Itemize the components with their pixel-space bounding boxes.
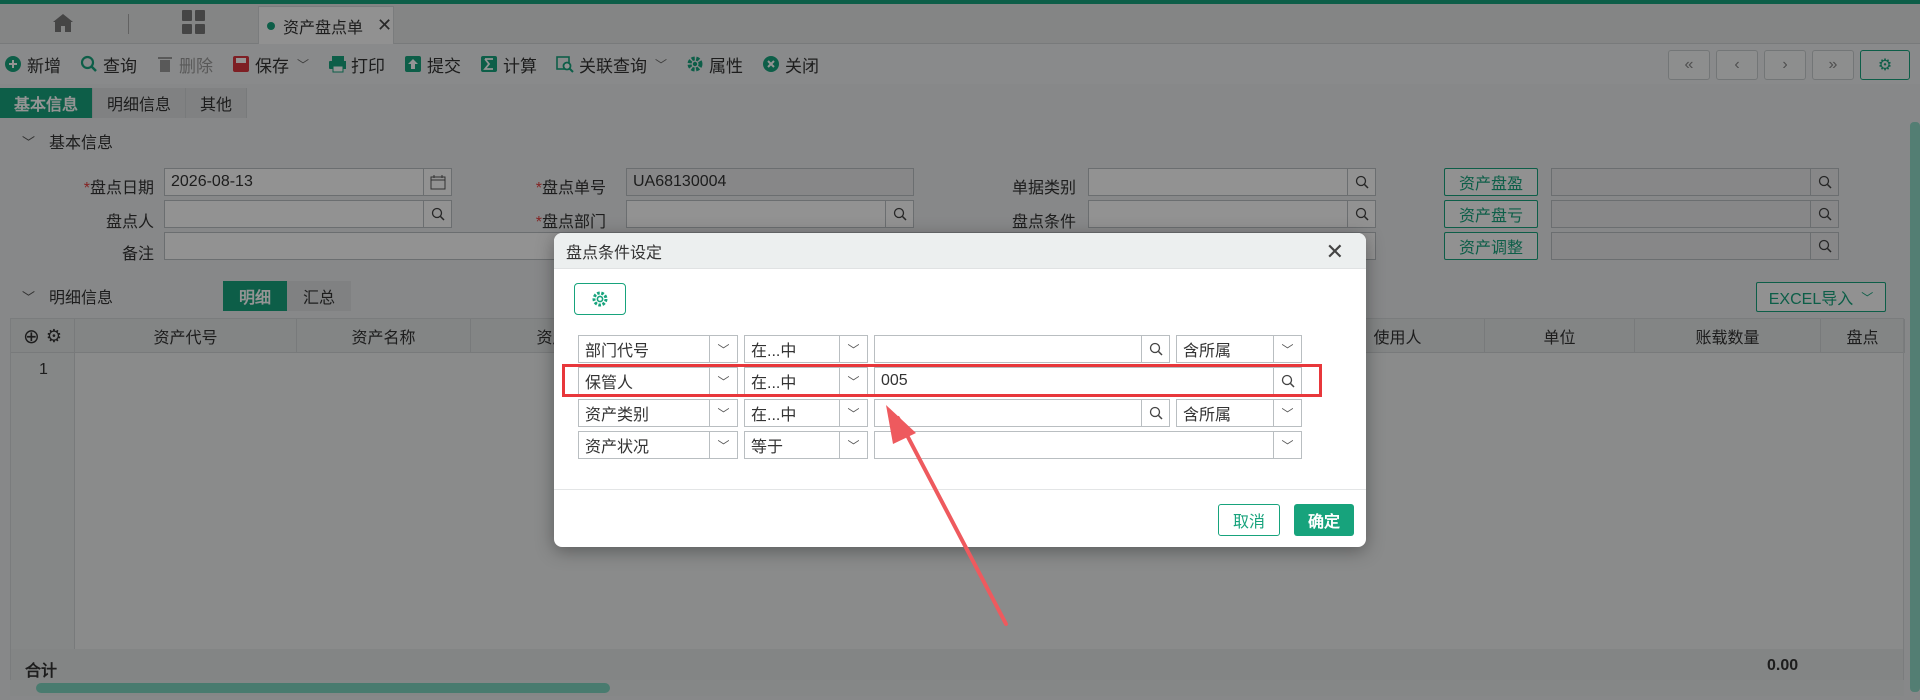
confirm-button[interactable]: 确定 <box>1294 504 1354 536</box>
operator-select[interactable]: 在...中 ﹀ <box>744 399 868 427</box>
scope-select[interactable]: 含所属 ﹀ <box>1176 335 1302 363</box>
chevron-down-icon: ﹀ <box>709 432 737 458</box>
value-input[interactable] <box>874 335 1170 363</box>
field-select[interactable]: 资产类别 ﹀ <box>578 399 738 427</box>
field-select[interactable]: 部门代号 ﹀ <box>578 335 738 363</box>
chevron-down-icon: ﹀ <box>709 400 737 426</box>
chevron-down-icon: ﹀ <box>1273 400 1301 426</box>
chevron-down-icon: ﹀ <box>839 336 867 362</box>
search-icon <box>1141 336 1169 362</box>
annotation-highlight-box <box>562 364 1322 397</box>
gear-icon <box>592 291 608 307</box>
operator-select[interactable]: 等于 ﹀ <box>744 431 868 459</box>
cancel-button[interactable]: 取消 <box>1218 504 1280 536</box>
scope-select[interactable]: 含所属 ﹀ <box>1176 399 1302 427</box>
close-icon[interactable]: ✕ <box>1326 239 1344 265</box>
value-input[interactable] <box>874 399 1170 427</box>
chevron-down-icon: ﹀ <box>839 432 867 458</box>
chevron-down-icon: ﹀ <box>1273 432 1301 458</box>
dialog-header: 盘点条件设定 ✕ <box>554 233 1366 269</box>
field-select[interactable]: 资产状况 ﹀ <box>578 431 738 459</box>
operator-select[interactable]: 在...中 ﹀ <box>744 335 868 363</box>
value-select[interactable]: ﹀ <box>874 431 1302 459</box>
dialog-title: 盘点条件设定 <box>566 244 663 262</box>
chevron-down-icon: ﹀ <box>1273 336 1301 362</box>
search-icon <box>1141 400 1169 426</box>
chevron-down-icon: ﹀ <box>709 336 737 362</box>
dialog-settings-button[interactable] <box>574 283 626 315</box>
chevron-down-icon: ﹀ <box>839 400 867 426</box>
dialog-footer: 取消 确定 <box>554 489 1366 547</box>
